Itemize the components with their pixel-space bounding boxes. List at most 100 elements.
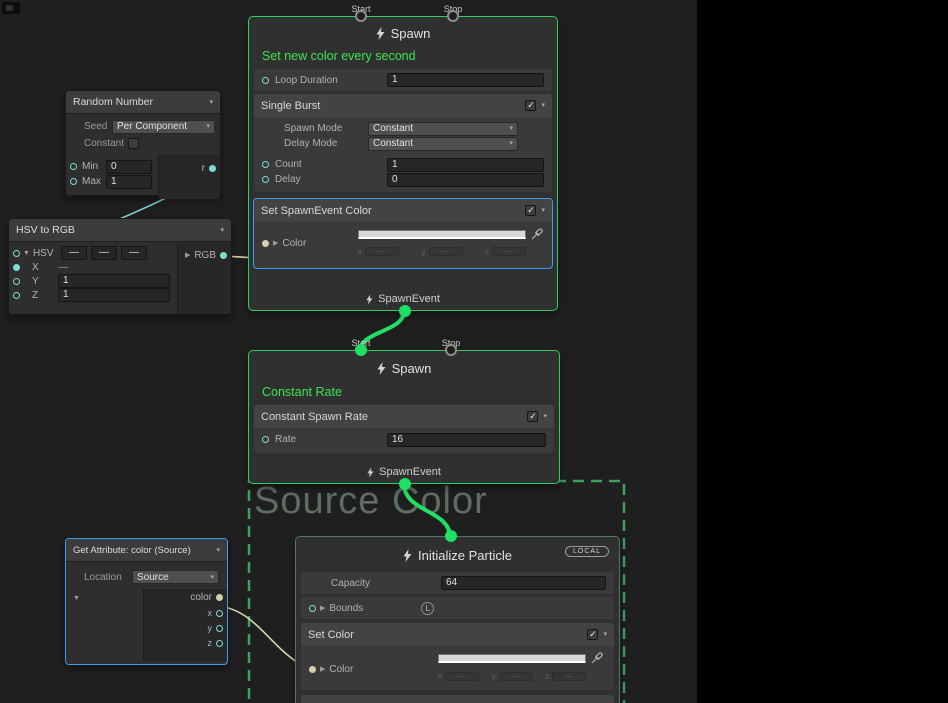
lightning-icon [377, 362, 386, 375]
seed-dropdown[interactable]: Per Component ▾ [112, 120, 215, 134]
color-swatch-field[interactable] [358, 230, 526, 239]
node-get-attribute-color[interactable]: Get Attribute: color (Source) ▾ Location… [65, 538, 228, 665]
z-port[interactable] [13, 292, 20, 299]
chevron-down-icon[interactable]: ▾ [216, 547, 220, 554]
node-title: Get Attribute: color (Source) [73, 545, 191, 556]
expander-icon[interactable]: ▼ [23, 250, 30, 257]
space-badge[interactable]: LOCAL [565, 546, 609, 557]
spawnevent-flow-port[interactable] [399, 305, 411, 317]
spawnevent-label: SpawnEvent [379, 466, 441, 478]
flow-input-port[interactable] [445, 530, 457, 542]
loop-duration-field[interactable]: 1 [387, 73, 544, 87]
expander-icon[interactable]: ▶ [320, 605, 325, 612]
start-flow-port[interactable] [355, 344, 367, 356]
context-note[interactable]: Set new color every second [249, 45, 557, 66]
node-initialize-particle[interactable]: LOCAL Initialize Particle Capacity 64 ▶ … [295, 536, 620, 703]
eyedropper-icon[interactable] [591, 652, 603, 664]
hsv-port[interactable] [13, 250, 20, 257]
color-port[interactable] [309, 666, 316, 673]
chevron-down-icon[interactable]: ▾ [543, 413, 547, 420]
single-burst-block[interactable]: Single Burst ✓ ▾ Spawn Mode Constant ▾ D… [254, 94, 552, 192]
bounds-space-toggle[interactable]: L [421, 602, 434, 615]
spawnevent-flow-port[interactable] [399, 478, 411, 490]
subport-axis: z [485, 247, 489, 256]
block-title: Single Burst [261, 100, 520, 112]
hsv-y-minifield[interactable]: — [91, 246, 117, 260]
lightning-icon [366, 294, 373, 305]
color-port[interactable] [262, 240, 269, 247]
max-port[interactable] [70, 178, 77, 185]
max-label: Max [82, 176, 106, 187]
location-dropdown[interactable]: Source ▾ [132, 570, 219, 584]
constant-spawn-rate-block[interactable]: Constant Spawn Rate ✓ ▾ Rate 16 [254, 405, 554, 453]
count-port[interactable] [262, 161, 269, 168]
chevron-down-icon[interactable]: ▾ [220, 227, 224, 234]
subport-value: — [492, 247, 526, 256]
count-field[interactable]: 1 [387, 158, 544, 172]
expander-icon[interactable]: ▶ [185, 252, 190, 259]
eyedropper-icon[interactable] [531, 228, 543, 240]
chevron-down-icon: ▾ [210, 574, 214, 581]
bounds-port[interactable] [309, 605, 316, 612]
node-header[interactable]: HSV to RGB ▾ [9, 219, 231, 242]
subport-axis: y [422, 247, 426, 256]
capacity-label: Capacity [331, 578, 441, 589]
set-spawnevent-color-block[interactable]: Set SpawnEvent Color ✓ ▾ ▶ Color x— y— z… [253, 198, 553, 269]
context-note[interactable]: Constant Rate [249, 381, 559, 402]
spawn-mode-dropdown[interactable]: Constant ▾ [368, 122, 518, 136]
rgb-output-label: RGB [194, 250, 216, 261]
constant-label: Constant [84, 138, 128, 149]
rate-port[interactable] [262, 436, 269, 443]
x-port[interactable] [13, 264, 20, 271]
expander-icon[interactable]: ▶ [320, 666, 325, 673]
rgb-output-port[interactable] [220, 252, 227, 259]
hsv-x-minifield[interactable]: — [61, 246, 87, 260]
delay-field[interactable]: 0 [387, 173, 544, 187]
expander-icon[interactable]: ▼ [73, 595, 80, 602]
r-output-port[interactable] [209, 165, 216, 172]
y-label: Y [32, 276, 58, 287]
loop-duration-port[interactable] [262, 77, 269, 84]
chevron-down-icon[interactable]: ▾ [541, 102, 545, 109]
node-spawn-2[interactable]: Start Stop Spawn Constant Rate Constant … [248, 350, 560, 484]
rate-field[interactable]: 16 [387, 433, 546, 447]
node-hsv-to-rgb[interactable]: HSV to RGB ▾ ▼ HSV — — — X — [8, 218, 232, 315]
spawn-mode-label: Spawn Mode [284, 123, 368, 134]
delay-mode-dropdown[interactable]: Constant ▾ [368, 137, 518, 151]
min-port[interactable] [70, 163, 77, 170]
color-subports: x— y— z— [438, 672, 586, 681]
lightning-icon [367, 467, 374, 478]
block-enabled-checkbox[interactable]: ✓ [527, 411, 538, 422]
max-field[interactable]: 1 [106, 175, 152, 189]
chevron-down-icon[interactable]: ▾ [603, 631, 607, 638]
capacity-field[interactable]: 64 [441, 576, 606, 590]
start-flow-port[interactable] [355, 10, 367, 22]
chevron-down-icon[interactable]: ▾ [209, 99, 213, 106]
min-field[interactable]: 0 [106, 160, 152, 174]
z-output-port[interactable] [216, 640, 223, 647]
block-enabled-checkbox[interactable]: ✓ [525, 205, 536, 216]
x-output-port[interactable] [216, 610, 223, 617]
y-field[interactable]: 1 [58, 274, 170, 288]
node-spawn-1[interactable]: Start Stop Spawn Set new color every sec… [248, 16, 558, 311]
y-port[interactable] [13, 278, 20, 285]
delay-port[interactable] [262, 176, 269, 183]
color-output-port[interactable] [216, 594, 223, 601]
set-color-block[interactable]: Set Color ✓ ▾ ▶ Color x— y— z— [301, 623, 614, 690]
hsv-z-minifield[interactable]: — [121, 246, 147, 260]
group-title[interactable]: Source Color [254, 480, 488, 523]
stop-flow-port[interactable] [445, 344, 457, 356]
expander-icon[interactable]: ▶ [273, 240, 278, 247]
z-field[interactable]: 1 [58, 288, 170, 302]
node-random-number[interactable]: Random Number ▾ Seed Per Component ▾ Con… [65, 90, 221, 196]
block-enabled-checkbox[interactable]: ✓ [525, 100, 536, 111]
constant-checkbox[interactable] [128, 138, 139, 149]
vfx-graph-canvas[interactable]: Source Color Random Number ▾ Seed Per Co… [0, 0, 948, 703]
y-output-port[interactable] [216, 625, 223, 632]
chevron-down-icon[interactable]: ▾ [541, 207, 545, 214]
block-enabled-checkbox[interactable]: ✓ [587, 629, 598, 640]
next-block-partial[interactable] [301, 695, 614, 703]
color-swatch-field[interactable] [438, 654, 586, 663]
node-header[interactable]: Random Number ▾ [66, 91, 220, 114]
stop-flow-port[interactable] [447, 10, 459, 22]
